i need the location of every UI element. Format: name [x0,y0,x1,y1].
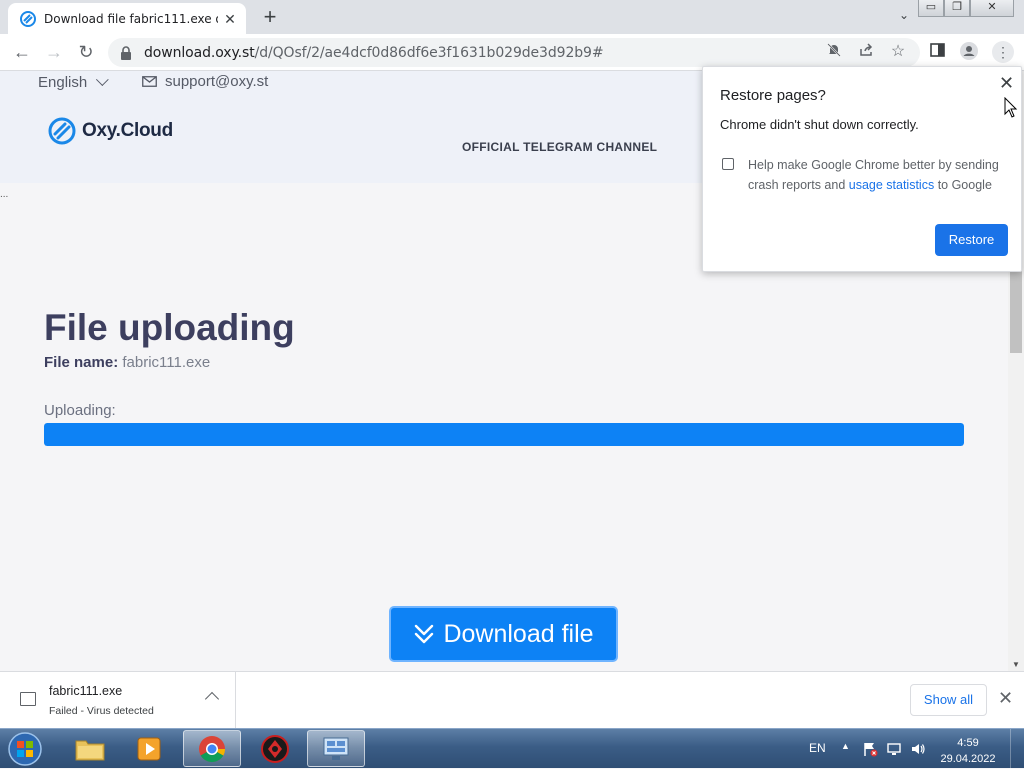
share-icon[interactable] [856,42,876,62]
windows-taskbar: EN ▲ 4:59 29.04.2022 [0,728,1024,769]
taskbar-network-app[interactable] [307,730,365,767]
action-center-flag-icon[interactable] [862,741,878,757]
site-logo[interactable]: Oxy.Cloud [48,117,173,145]
uploading-label: Uploading: [44,402,116,419]
usage-statistics-link[interactable]: usage statistics [849,178,934,192]
volume-icon[interactable] [910,741,926,757]
windows-start-icon[interactable] [2,731,48,767]
download-file-name: fabric111.exe [49,684,123,698]
minimize-button[interactable]: ▭ [918,0,944,17]
notifications-blocked-icon[interactable] [824,42,844,62]
taskbar-clock[interactable]: 4:59 29.04.2022 [938,735,998,767]
lock-icon [121,45,131,60]
file-name-row: File name: fabric111.exe [44,354,210,371]
download-shelf: fabric111.exe Failed - Virus detected Sh… [0,671,1024,728]
crash-report-checkbox[interactable] [722,158,734,170]
download-status: Failed - Virus detected [49,705,154,717]
show-desktop-button[interactable] [1010,729,1024,769]
taskbar-chrome[interactable] [183,730,241,767]
clock-time: 4:59 [957,737,979,749]
clock-date: 29.04.2022 [940,753,996,765]
tab-search-chevron-icon[interactable]: ⌄ [894,8,914,28]
taskbar-media-player[interactable] [120,730,178,767]
download-file-button[interactable]: Download file [389,606,618,662]
show-all-button[interactable]: Show all [910,684,987,716]
chevron-down-icon [96,73,109,87]
tray-expand-arrow-icon[interactable]: ▲ [841,741,850,751]
restore-pages-dialog: Restore pages? ✕ Chrome didn't shut down… [702,66,1022,272]
oxy-cloud-logo-icon [48,117,76,145]
taskbar-explorer[interactable] [61,730,119,767]
upload-progress-fill [44,423,964,446]
media-player-icon [137,737,161,760]
browser-tab[interactable]: Download file fabric111.exe on O ✕ [8,3,246,34]
tab-strip: Download file fabric111.exe on O ✕ + ⌄ ▭… [0,0,1024,34]
network-tray-icon[interactable] [886,741,902,757]
support-email-link[interactable]: support@oxy.st [142,73,268,90]
bookmark-star-icon[interactable]: ☆ [888,42,908,62]
file-name-label: File name: [44,354,119,371]
file-icon [20,692,36,706]
dialog-title: Restore pages? [720,87,826,104]
side-panel-icon[interactable] [927,42,947,62]
download-button-label: Download file [443,619,594,648]
back-arrow-icon[interactable]: ← [10,40,34,64]
forward-arrow-icon[interactable]: → [42,40,66,64]
red-shield-app-icon [261,734,289,763]
folder-icon [75,740,105,760]
new-tab-button[interactable]: + [258,6,282,30]
oxy-cloud-favicon-icon [20,10,36,27]
reload-icon[interactable]: ↻ [74,40,98,64]
language-selector[interactable]: English [38,73,109,91]
dialog-close-icon[interactable]: ✕ [999,73,1015,94]
mouse-cursor-icon [1004,97,1018,118]
profile-avatar-icon[interactable] [959,42,979,62]
language-label: English [38,74,88,91]
tab-close-icon[interactable]: ✕ [222,11,238,27]
close-window-button[interactable]: ✕ [970,0,1014,17]
logo-text: Oxy.Cloud [82,120,173,141]
scroll-down-arrow-icon[interactable]: ▼ [1011,660,1021,669]
page-title: File uploading [44,307,295,348]
taskbar-security-app[interactable] [246,730,304,767]
upload-progress-bar [44,423,964,446]
restore-button[interactable]: Restore [935,224,1008,256]
url-text: download.oxy.st/d/QOsf/2/ae4dcf0d86df6e3… [144,44,604,61]
tab-title: Download file fabric111.exe on O [44,11,218,26]
double-chevron-down-icon [415,624,434,644]
network-monitor-icon [323,737,349,760]
support-email-text: support@oxy.st [165,73,269,90]
chevron-up-icon[interactable] [204,691,220,707]
crash-report-checkbox-label: Help make Google Chrome better by sendin… [748,158,999,192]
restore-window-button[interactable]: ❐ [944,0,970,17]
chrome-menu-icon[interactable]: ⋮ [992,41,1014,63]
mail-icon [142,76,157,87]
chrome-icon [199,735,226,762]
ellipsis-text: ... [0,189,9,200]
telegram-channel-link[interactable]: OFFICIAL TELEGRAM CHANNEL [462,140,657,154]
shelf-close-icon[interactable]: ✕ [998,688,1013,709]
dialog-message: Chrome didn't shut down correctly. [720,117,919,132]
download-item[interactable]: fabric111.exe Failed - Virus detected [0,672,236,728]
input-language-indicator[interactable]: EN [809,741,826,755]
scrollbar-thumb[interactable] [1010,271,1022,353]
address-bar[interactable]: download.oxy.st/d/QOsf/2/ae4dcf0d86df6e3… [108,38,920,67]
file-name-value: fabric111.exe [122,354,211,371]
